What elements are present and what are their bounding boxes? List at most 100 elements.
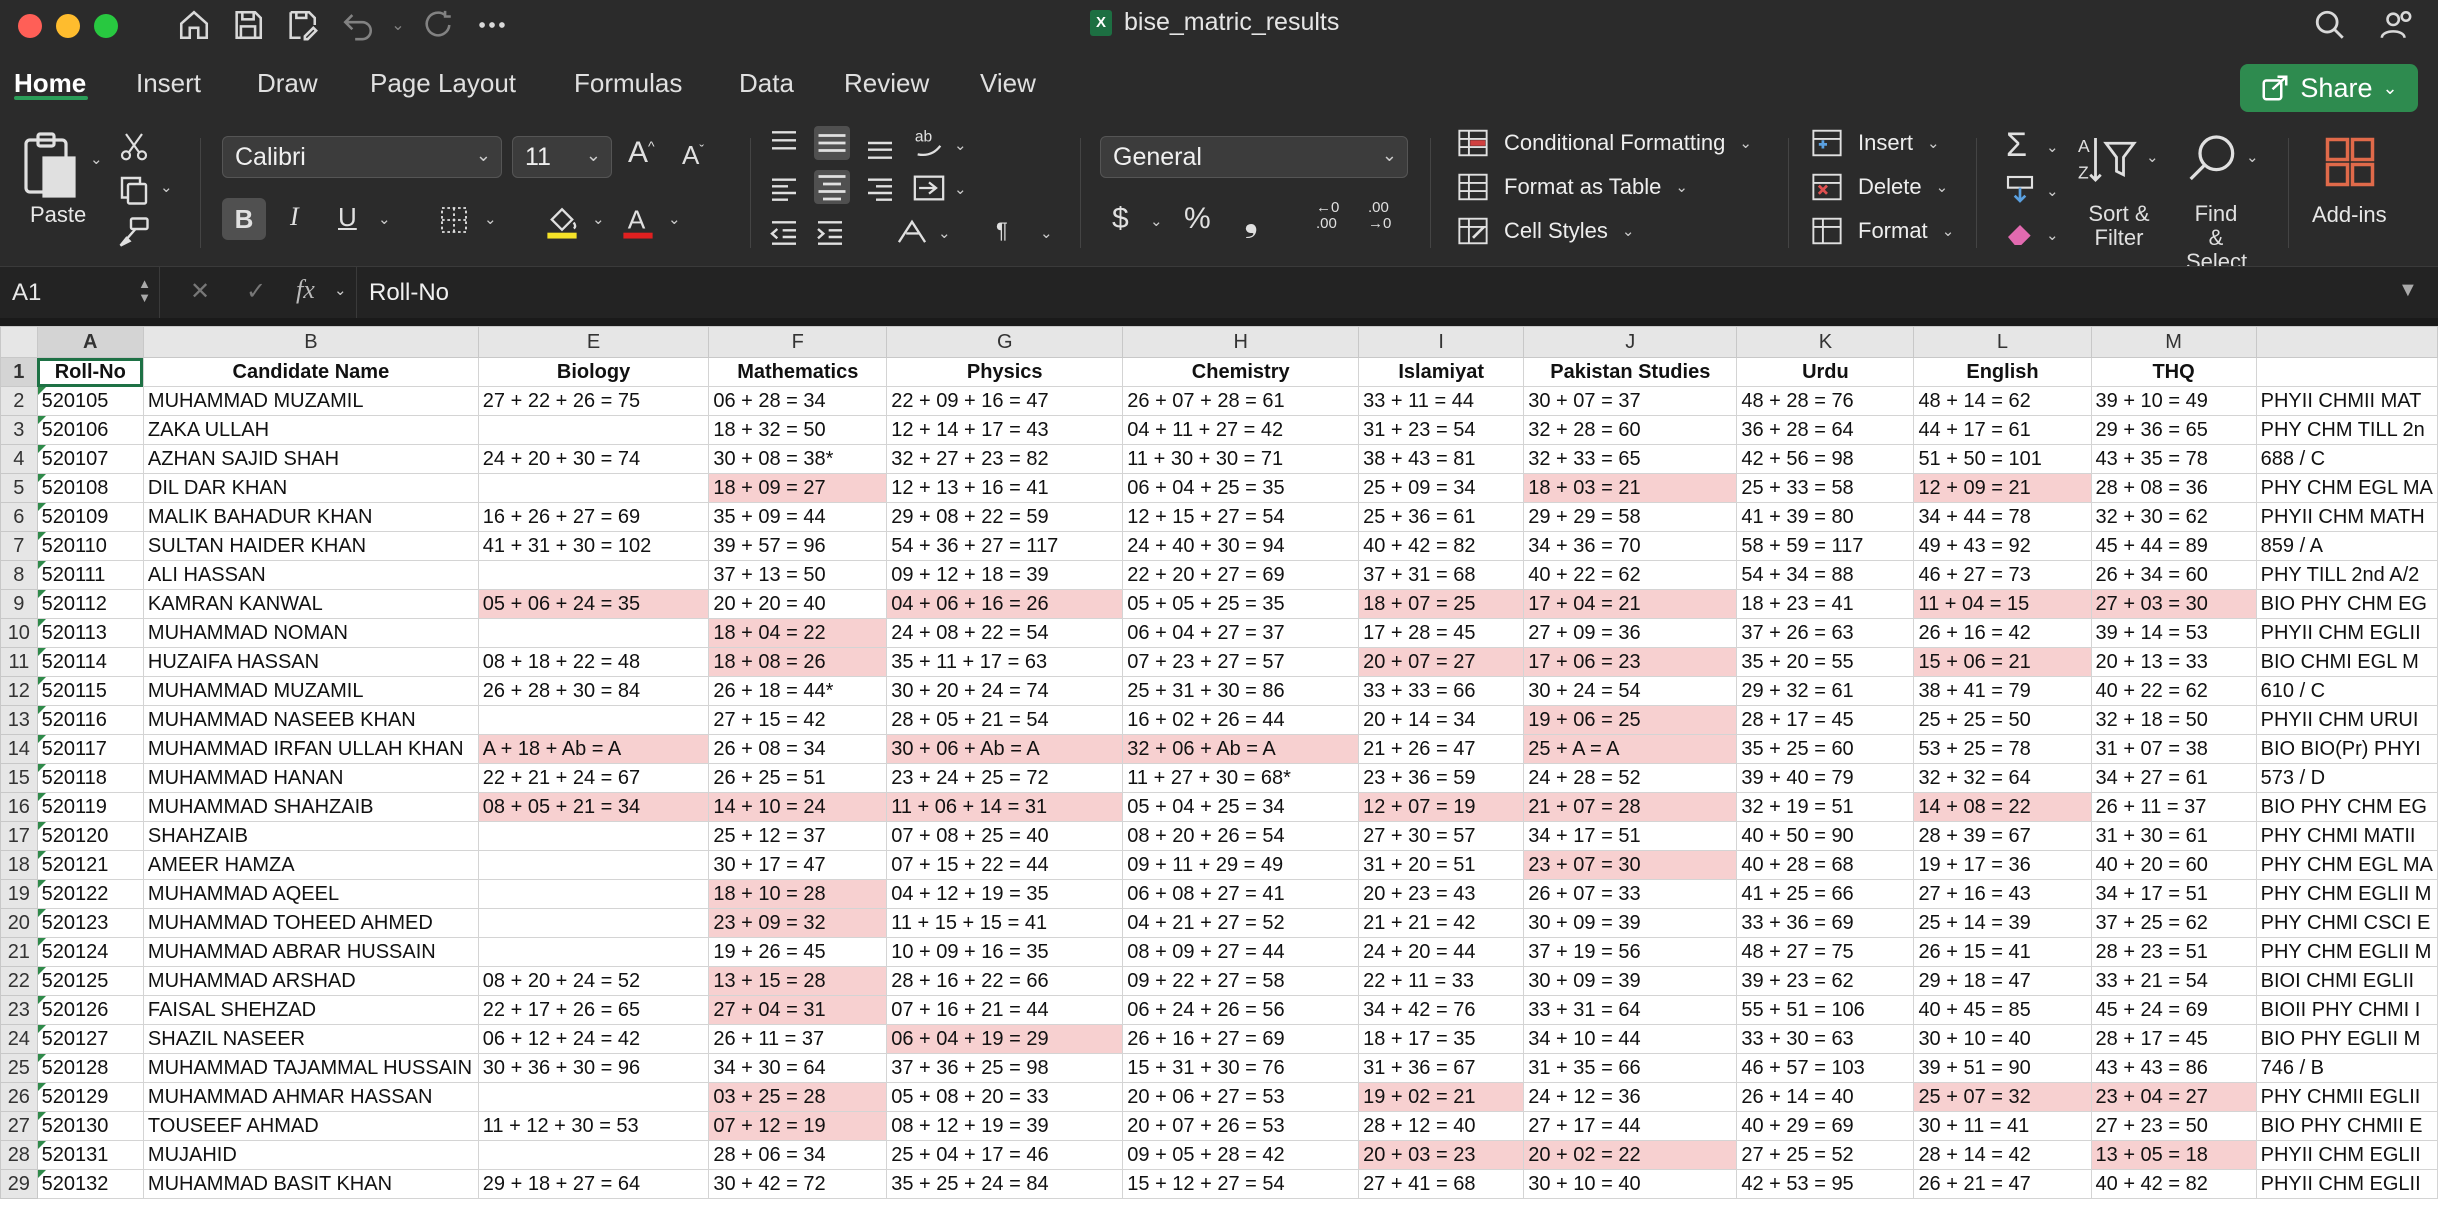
cell[interactable]: MUHAMMAD ARSHAD <box>142 966 479 996</box>
cell[interactable]: 25 + 36 = 61 <box>1358 502 1525 532</box>
cell[interactable]: DIL DAR KHAN <box>142 473 479 503</box>
cell[interactable]: 33 + 33 = 66 <box>1358 676 1525 706</box>
cell[interactable]: 573 / D <box>2255 763 2438 793</box>
cell[interactable]: 20 + 03 = 23 <box>1358 1140 1525 1170</box>
autosum-icon[interactable]: Σ <box>2006 126 2027 165</box>
cell[interactable]: 28 + 14 = 42 <box>1913 1140 2092 1170</box>
cell[interactable]: 746 / B <box>2255 1053 2438 1083</box>
cell[interactable]: 49 + 43 = 92 <box>1913 531 2092 561</box>
cell[interactable]: 520120 <box>36 821 144 851</box>
cell[interactable]: 11 + 27 + 30 = 68* <box>1122 763 1360 793</box>
cell[interactable]: 21 + 21 = 42 <box>1358 908 1525 938</box>
cell[interactable]: 28 + 17 = 45 <box>1736 705 1915 735</box>
sort-filter-chevron-icon[interactable]: ⌄ <box>2146 148 2159 166</box>
cell[interactable] <box>477 705 710 735</box>
cell[interactable]: 39 + 14 = 53 <box>2090 618 2257 648</box>
cell[interactable]: 15 + 31 + 30 = 76 <box>1122 1053 1360 1083</box>
cell[interactable]: 520112 <box>36 589 144 619</box>
cell[interactable]: 520126 <box>36 995 144 1025</box>
cell[interactable]: 40 + 42 = 82 <box>2090 1169 2257 1199</box>
currency-chevron-icon[interactable]: ⌄ <box>1150 212 1163 230</box>
row-header[interactable]: 14 <box>0 734 38 764</box>
column-title-cell[interactable]: Pakistan Studies <box>1523 357 1738 387</box>
cell[interactable]: 33 + 36 = 69 <box>1736 908 1915 938</box>
cell[interactable]: 24 + 20 + 30 = 74 <box>477 444 710 474</box>
text-direction-icon[interactable] <box>894 216 930 248</box>
cell[interactable]: PHYII CHM EGLII <box>2255 618 2438 648</box>
column-title-cell[interactable]: Chemistry <box>1122 357 1360 387</box>
cell[interactable]: 520106 <box>36 415 144 445</box>
cell[interactable]: 39 + 23 = 62 <box>1736 966 1915 996</box>
cell[interactable]: 26 + 11 = 37 <box>708 1024 888 1054</box>
cell[interactable]: AZHAN SAJID SHAH <box>142 444 479 474</box>
tab-draw[interactable]: Draw <box>257 68 318 99</box>
cell[interactable]: 20 + 20 = 40 <box>708 589 888 619</box>
wrap-text-icon[interactable] <box>912 172 946 204</box>
cell[interactable]: 520105 <box>36 386 144 416</box>
percent-icon[interactable]: % <box>1184 202 1211 236</box>
row-header[interactable]: 13 <box>0 705 38 735</box>
row-header[interactable]: 19 <box>0 879 38 909</box>
copy-icon[interactable] <box>116 172 152 208</box>
cell[interactable]: 18 + 03 = 21 <box>1523 473 1738 503</box>
cell[interactable]: 39 + 40 = 79 <box>1736 763 1915 793</box>
cell[interactable]: TOUSEEF AHMAD <box>142 1111 479 1141</box>
cell[interactable]: 34 + 17 = 51 <box>1523 821 1738 851</box>
cell[interactable]: 54 + 36 + 27 = 117 <box>886 531 1124 561</box>
row-header[interactable]: 11 <box>0 647 38 677</box>
cell[interactable]: SULTAN HAIDER KHAN <box>142 531 479 561</box>
cell[interactable] <box>477 560 710 590</box>
cell[interactable]: 07 + 23 + 27 = 57 <box>1122 647 1360 677</box>
cell[interactable]: 07 + 16 + 21 = 44 <box>886 995 1124 1025</box>
cell[interactable]: PHY CHMI CSCI E <box>2255 908 2438 938</box>
cell[interactable]: 32 + 27 + 23 = 82 <box>886 444 1124 474</box>
cell[interactable] <box>477 937 710 967</box>
cell[interactable]: 520123 <box>36 908 144 938</box>
fill-color-icon[interactable] <box>544 202 580 240</box>
cell[interactable]: 688 / C <box>2255 444 2438 474</box>
cell[interactable]: 07 + 15 + 22 = 44 <box>886 850 1124 880</box>
column-title-cell[interactable] <box>2255 357 2438 387</box>
cell[interactable]: 51 + 50 = 101 <box>1913 444 2092 474</box>
cell[interactable]: 14 + 08 = 22 <box>1913 792 2092 822</box>
cell[interactable]: 32 + 32 = 64 <box>1913 763 2092 793</box>
cell[interactable]: FAISAL SHEHZAD <box>142 995 479 1025</box>
column-header[interactable]: B <box>142 326 479 358</box>
cell[interactable]: 31 + 20 = 51 <box>1358 850 1525 880</box>
cell[interactable]: 41 + 25 = 66 <box>1736 879 1915 909</box>
confirm-entry-icon[interactable]: ✓ <box>246 277 266 306</box>
cell[interactable]: 26 + 07 = 33 <box>1523 879 1738 909</box>
cell[interactable]: 18 + 08 = 26 <box>708 647 888 677</box>
increase-font-size-icon[interactable]: A^ <box>628 136 655 170</box>
font-color-icon[interactable]: A <box>620 202 656 240</box>
cell[interactable]: 08 + 20 + 24 = 52 <box>477 966 710 996</box>
cell[interactable]: 26 + 08 = 34 <box>708 734 888 764</box>
cell[interactable]: 38 + 41 = 79 <box>1913 676 2092 706</box>
cell[interactable]: 11 + 15 + 15 = 41 <box>886 908 1124 938</box>
cell[interactable]: 610 / C <box>2255 676 2438 706</box>
cell[interactable]: 29 + 18 = 47 <box>1913 966 2092 996</box>
cell[interactable]: 05 + 08 + 20 = 33 <box>886 1082 1124 1112</box>
cell[interactable]: 33 + 31 = 64 <box>1523 995 1738 1025</box>
column-header[interactable]: M <box>2090 326 2257 358</box>
cell[interactable]: 40 + 50 = 90 <box>1736 821 1915 851</box>
cell[interactable]: 32 + 33 = 65 <box>1523 444 1738 474</box>
cell[interactable]: 27 + 23 = 50 <box>2090 1111 2257 1141</box>
cell[interactable]: MUHAMMAD BASIT KHAN <box>142 1169 479 1199</box>
cell[interactable]: MUHAMMAD MUZAMIL <box>142 386 479 416</box>
cell[interactable]: 26 + 28 + 30 = 84 <box>477 676 710 706</box>
cell[interactable]: 06 + 28 = 34 <box>708 386 888 416</box>
cell[interactable]: 23 + 04 = 27 <box>2090 1082 2257 1112</box>
cell[interactable]: 520118 <box>36 763 144 793</box>
cell[interactable]: 17 + 28 = 45 <box>1358 618 1525 648</box>
cell[interactable]: 13 + 15 = 28 <box>708 966 888 996</box>
cell[interactable]: 37 + 31 = 68 <box>1358 560 1525 590</box>
row-header[interactable]: 27 <box>0 1111 38 1141</box>
cell[interactable]: 13 + 05 = 18 <box>2090 1140 2257 1170</box>
cell[interactable]: MUHAMMAD SHAHZAIB <box>142 792 479 822</box>
cell[interactable]: 35 + 25 + 24 = 84 <box>886 1169 1124 1199</box>
cell[interactable]: 28 + 06 = 34 <box>708 1140 888 1170</box>
cell[interactable]: 44 + 17 = 61 <box>1913 415 2092 445</box>
cell[interactable]: 32 + 19 = 51 <box>1736 792 1915 822</box>
cell[interactable]: 37 + 26 = 63 <box>1736 618 1915 648</box>
